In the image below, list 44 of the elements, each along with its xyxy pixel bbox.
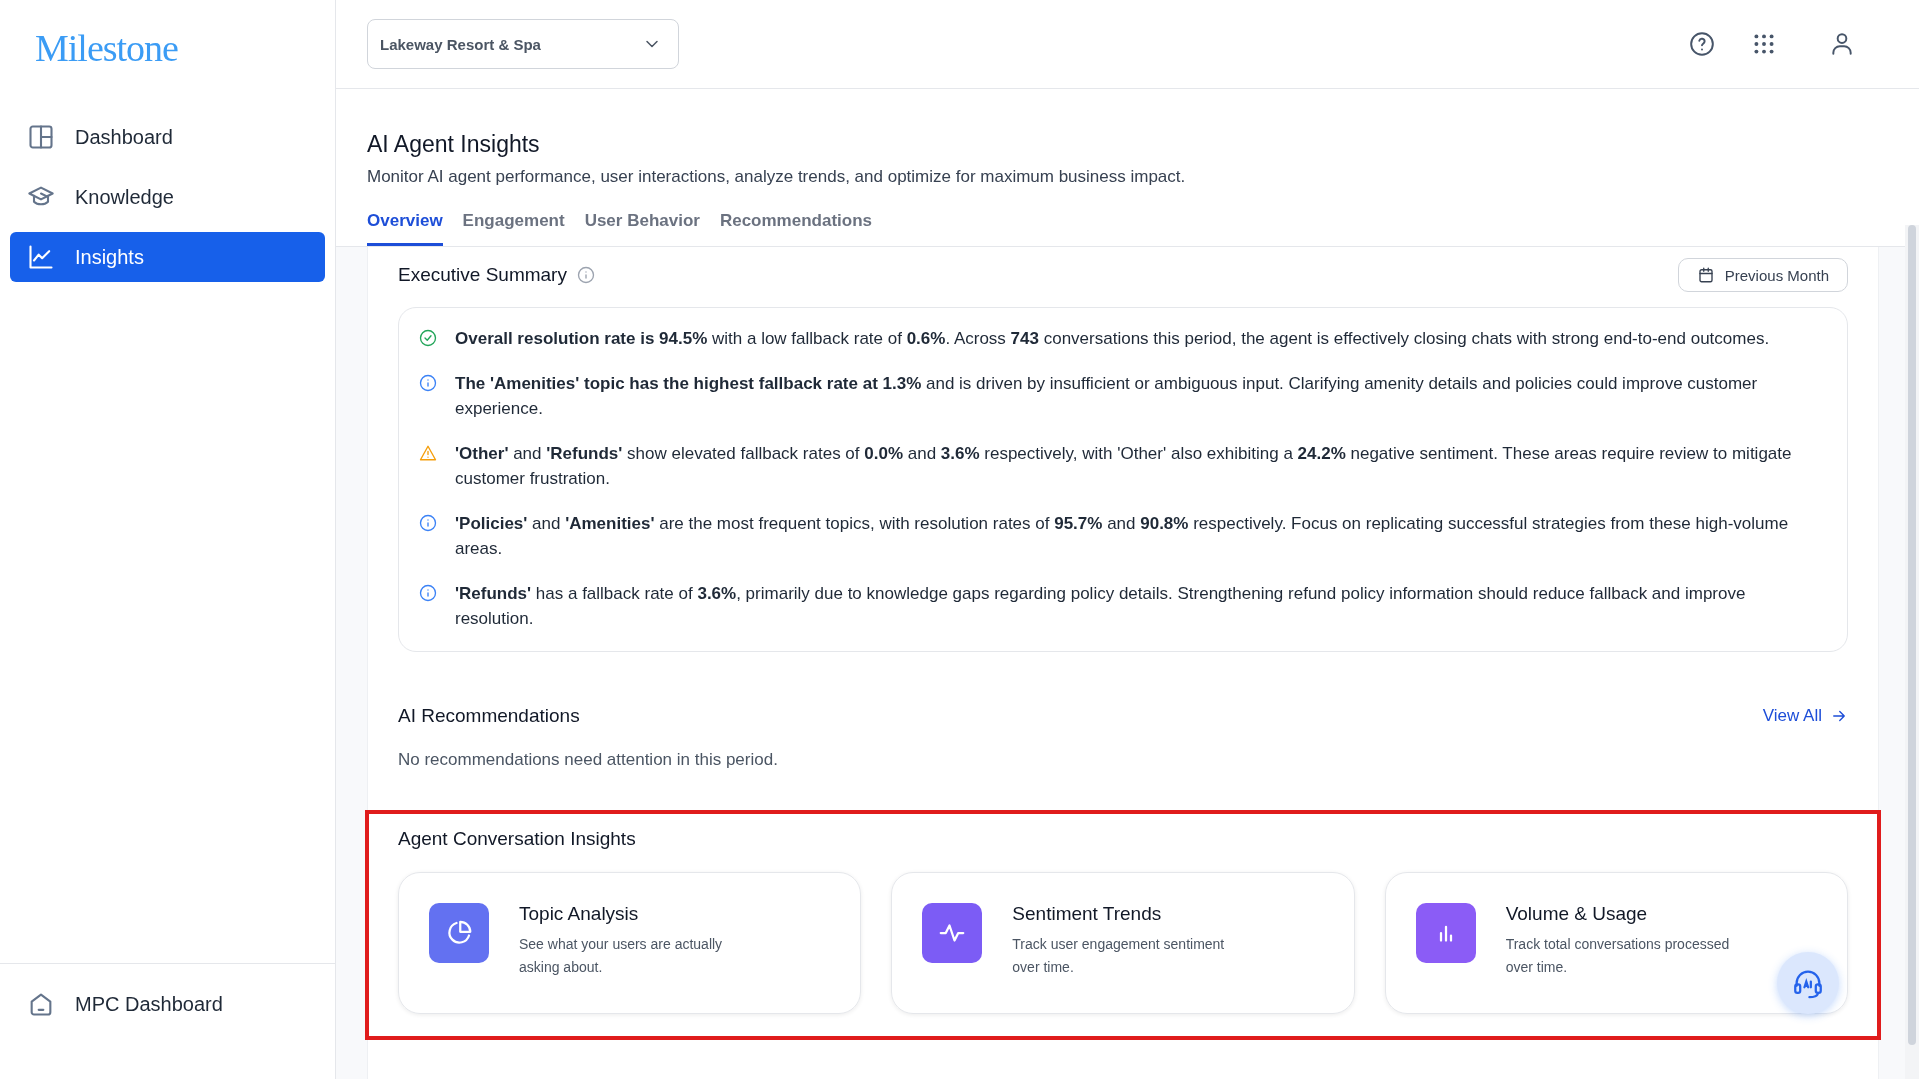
card-title: Volume & Usage bbox=[1505, 903, 1649, 925]
help-icon bbox=[1689, 31, 1715, 57]
section-title: Executive Summary bbox=[398, 264, 567, 286]
calendar-icon bbox=[1696, 266, 1715, 284]
insight-card[interactable]: Volume & Usage Track total conversations processed over time. bbox=[1384, 872, 1848, 1014]
insight-card[interactable]: Sentiment Trends Track user engagement sentiment over time. bbox=[891, 872, 1355, 1014]
card-description: Track user engagement sentiment over time. bbox=[1012, 935, 1226, 977]
info-icon bbox=[419, 374, 437, 392]
info-icon bbox=[419, 514, 437, 532]
info-icon bbox=[419, 584, 437, 602]
section-title: AI Recommendations bbox=[398, 705, 580, 727]
page-title: AI Agent Insights bbox=[367, 130, 541, 159]
insight-card[interactable]: Topic Analysis See what your users are actually asking about. bbox=[398, 872, 862, 1014]
nav-item[interactable]: MPC Dashboard bbox=[10, 979, 325, 1029]
tab[interactable]: User Behavior bbox=[584, 211, 700, 246]
scrollbar-thumb[interactable] bbox=[1908, 225, 1916, 1045]
info-icon bbox=[576, 266, 595, 284]
nav-item[interactable]: Dashboard bbox=[10, 112, 325, 162]
period-button[interactable]: Previous Month bbox=[1677, 258, 1848, 292]
logo: Milestone bbox=[34, 26, 178, 71]
insight-text: 'Policies' and 'Amenities' are the most frequent topics, with resolution rates of 95.7% and 90.8% respectively. Focus on replicating successful strategies from these high-volume areas. bbox=[455, 513, 1790, 560]
property-dropdown[interactable]: Lakeway Resort & Spa bbox=[367, 19, 679, 69]
insight-text: 'Other' and 'Refunds' show elevated fallback rates of 0.0% and 3.6% respectively, with 'Other' also exhibiting a 24.2% negative sentiment. These areas require review to mitigate customer frustration. bbox=[455, 443, 1793, 490]
card-title: Sentiment Trends bbox=[1012, 903, 1163, 925]
layout-icon bbox=[27, 123, 55, 151]
tab[interactable]: Recommendations bbox=[719, 211, 872, 246]
ai-assistant-button[interactable] bbox=[1777, 952, 1839, 1014]
section-title: Agent Conversation Insights bbox=[398, 828, 637, 850]
user-icon bbox=[1829, 31, 1855, 57]
nav-item[interactable]: Knowledge bbox=[10, 172, 325, 222]
empty-message: No recommendations need attention in this period. bbox=[398, 750, 779, 770]
page-subtitle: Monitor AI agent performance, user interactions, analyze trends, and optimize for maximum business impact. bbox=[367, 167, 1187, 187]
check-circle-icon bbox=[419, 329, 437, 347]
card-description: Track total conversations processed over time. bbox=[1505, 935, 1731, 977]
nav-item[interactable]: Insights bbox=[10, 232, 325, 282]
view-all-link[interactable]: View All bbox=[1762, 706, 1848, 726]
insight-text: Overall resolution rate is 94.5% with a low fallback rate of 0.6%. Across 743 conversations this period, the agent is effectively closing chats with strong end-to-end outcomes. bbox=[455, 328, 1770, 350]
warning-icon bbox=[419, 444, 437, 462]
card-description: See what your users are actually asking about. bbox=[519, 935, 724, 977]
insight-text: 'Refunds' has a fallback rate of 3.6%, primarily due to knowledge gaps regarding policy details. Strengthening refund policy information should reduce fallback and improve resolution. bbox=[455, 583, 1747, 630]
insight-text: The 'Amenities' topic has the highest fallback rate at 1.3% and is driven by insufficient or ambiguous input. Clarifying amenity details and policies could improve customer experience. bbox=[455, 373, 1759, 420]
tab[interactable]: Engagement bbox=[462, 211, 565, 246]
card-title: Topic Analysis bbox=[519, 903, 640, 925]
line-chart-icon bbox=[27, 243, 55, 271]
